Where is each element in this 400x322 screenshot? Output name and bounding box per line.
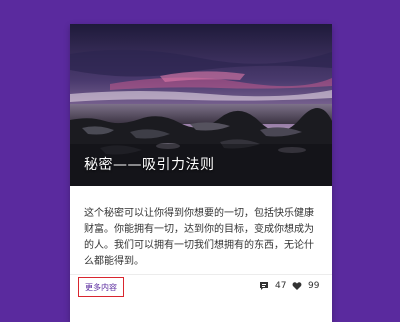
post-card: 秘密——吸引力法则 这个秘密可以让你得到你想要的一切，包括快乐健康财富。你能拥有… — [70, 24, 332, 322]
comment-count-group[interactable]: 47 — [259, 279, 286, 293]
heart-icon — [292, 282, 302, 290]
hero-image: 秘密——吸引力法则 — [70, 24, 332, 186]
more-content-button[interactable]: 更多内容 — [78, 277, 124, 297]
like-count: 99 — [308, 281, 320, 291]
divider — [70, 274, 332, 275]
comment-count: 47 — [275, 281, 287, 291]
card-description: 这个秘密可以让你得到你想要的一切，包括快乐健康财富。你能拥有一切，达到你的目标，… — [84, 206, 320, 270]
description-text: 这个秘密可以让你得到你想要的一切，包括快乐健康财富。你能拥有一切，达到你的目标，… — [84, 208, 314, 267]
card-title: 秘密——吸引力法则 — [84, 157, 215, 173]
comment-icon — [260, 282, 268, 290]
like-count-group[interactable]: 99 — [292, 279, 319, 293]
